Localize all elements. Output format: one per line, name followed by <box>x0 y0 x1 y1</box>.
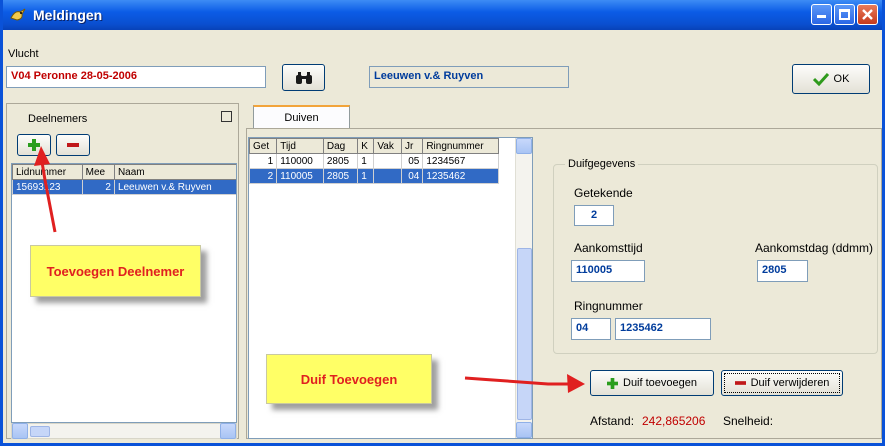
arrow-to-add-participant <box>34 146 57 233</box>
annotation-arrows <box>34 146 585 393</box>
arrow-to-add-pigeon <box>464 374 585 393</box>
meldingen-window: Meldingen Vlucht V04 Peronne 28-05-2006 … <box>0 0 885 446</box>
